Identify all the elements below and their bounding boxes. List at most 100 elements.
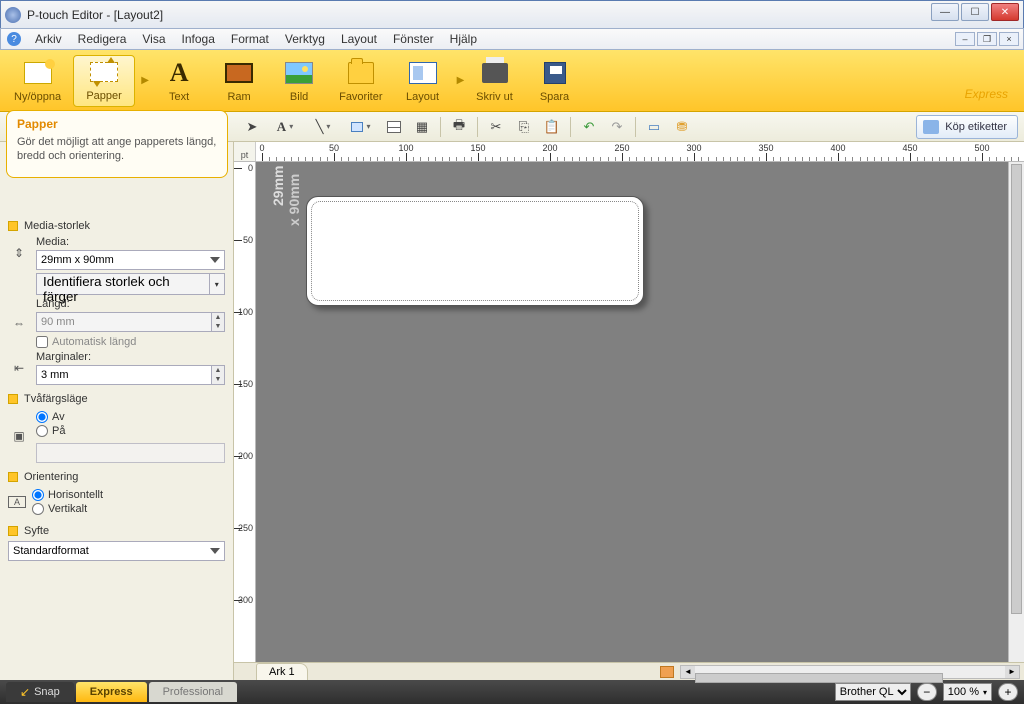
auto-length-label: Automatisk längd xyxy=(52,336,136,348)
margins-label: Marginaler: xyxy=(36,351,225,363)
table-tool[interactable] xyxy=(382,116,406,138)
new-open-button[interactable]: Ny/öppna xyxy=(6,57,69,107)
paper-button[interactable]: Papper xyxy=(73,55,135,107)
margins-input[interactable] xyxy=(36,365,212,385)
vertical-scrollbar[interactable] xyxy=(1008,162,1024,662)
zoom-label: 100 % xyxy=(948,686,979,698)
media-width-icon: ⇕ xyxy=(8,245,30,261)
paper-label: Papper xyxy=(86,90,121,102)
menu-layout[interactable]: Layout xyxy=(333,30,385,48)
section-purpose: Syfte xyxy=(8,525,225,537)
secondary-toolbar: Papper Gör det möjligt att ange papperet… xyxy=(0,112,1024,142)
canvas-area: pt 050100150200250300350400450500 050100… xyxy=(234,142,1024,680)
sheet-tab-label: Ark 1 xyxy=(269,666,295,678)
ribbon-arrow-icon: ▶ xyxy=(139,54,151,107)
label-dimension-2: x 90mm xyxy=(286,162,302,226)
maximize-button[interactable]: ☐ xyxy=(961,3,989,21)
print-tool[interactable]: 🖶 xyxy=(447,116,471,138)
pointer-tool[interactable]: ➤ xyxy=(240,116,264,138)
buy-labels-button[interactable]: Köp etiketter xyxy=(916,115,1018,139)
properties-tool[interactable]: ▭ xyxy=(642,116,666,138)
scroll-right-icon[interactable]: ► xyxy=(1005,666,1019,678)
orient-vertical-radio[interactable]: Vertikalt xyxy=(32,503,225,515)
horizontal-scrollbar[interactable]: ◄ ► xyxy=(680,665,1020,679)
frame-label: Ram xyxy=(227,91,250,103)
media-select[interactable]: 29mm x 90mm xyxy=(36,250,225,270)
line-tool[interactable]: ╲ xyxy=(306,116,340,138)
layout-button[interactable]: Layout xyxy=(395,57,451,107)
twocolor-icon: ▣ xyxy=(8,428,30,444)
menu-infoga[interactable]: Infoga xyxy=(174,30,223,48)
minimize-button[interactable]: — xyxy=(931,3,959,21)
professional-label: Professional xyxy=(163,686,224,698)
sheet-tab[interactable]: Ark 1 xyxy=(256,663,308,680)
canvas[interactable]: 29mm x 90mm xyxy=(256,162,1024,662)
identify-button[interactable]: Identifiera storlek och färger xyxy=(36,273,210,295)
section-media-size: Media-storlek xyxy=(8,220,225,232)
menu-fonster[interactable]: Fönster xyxy=(385,30,442,48)
label-canvas[interactable] xyxy=(306,196,644,306)
print-button[interactable]: Skriv ut xyxy=(467,57,523,107)
new-open-icon xyxy=(24,62,52,84)
cut-tool[interactable]: ✂ xyxy=(484,116,508,138)
orientation-icon: A xyxy=(8,496,26,508)
twocolor-off-radio[interactable]: Av xyxy=(36,411,225,423)
copy-tool[interactable]: ⎘ xyxy=(512,116,536,138)
text-button[interactable]: A Text xyxy=(151,57,207,107)
menu-format[interactable]: Format xyxy=(223,30,277,48)
app-icon xyxy=(5,7,21,23)
shape-tool[interactable] xyxy=(344,116,378,138)
undo-button[interactable]: ↶ xyxy=(577,116,601,138)
save-button[interactable]: Spara xyxy=(527,57,583,107)
favorites-label: Favoriter xyxy=(339,91,382,103)
section-icon xyxy=(8,221,18,231)
printer-select[interactable]: Brother QL xyxy=(835,683,911,701)
menu-verktyg[interactable]: Verktyg xyxy=(277,30,333,48)
save-icon xyxy=(544,62,566,84)
close-button[interactable]: ✕ xyxy=(991,3,1019,21)
menu-bar: ? Arkiv Redigera Visa Infoga Format Verk… xyxy=(0,28,1024,50)
sheet-options-icon[interactable] xyxy=(660,666,674,678)
length-stepper[interactable]: ▲▼ xyxy=(212,312,225,332)
ribbon-toolbar: Ny/öppna Papper ▶ A Text Ram Bild Favori… xyxy=(0,50,1024,112)
scroll-left-icon[interactable]: ◄ xyxy=(681,666,695,678)
menu-arkiv[interactable]: Arkiv xyxy=(27,30,70,48)
redo-button[interactable]: ↷ xyxy=(605,116,629,138)
mode-professional-tab[interactable]: Professional xyxy=(149,682,238,702)
section-icon xyxy=(8,472,18,482)
mode-express-tab[interactable]: Express xyxy=(76,682,147,702)
buy-labels-label: Köp etiketter xyxy=(945,121,1007,133)
section-label: Orientering xyxy=(24,471,78,483)
twocolor-on-radio[interactable]: På xyxy=(36,425,225,437)
margins-stepper[interactable]: ▲▼ xyxy=(212,365,225,385)
text-icon: A xyxy=(170,58,189,88)
vertical-ruler: 050100150200250300 xyxy=(234,162,256,662)
mdi-close-button[interactable]: × xyxy=(999,32,1019,46)
frame-button[interactable]: Ram xyxy=(211,57,267,107)
auto-length-checkbox[interactable]: Automatisk längd xyxy=(36,336,225,348)
paste-tool[interactable]: 📋 xyxy=(540,116,564,138)
save-label: Spara xyxy=(540,91,569,103)
favorites-button[interactable]: Favoriter xyxy=(331,57,390,107)
image-button[interactable]: Bild xyxy=(271,57,327,107)
menu-hjalp[interactable]: Hjälp xyxy=(442,30,485,48)
database-tool[interactable]: ⛃ xyxy=(670,116,694,138)
zoom-in-button[interactable]: + xyxy=(998,683,1018,701)
length-input[interactable] xyxy=(36,312,212,332)
length-icon: ⇔ xyxy=(8,315,30,331)
title-bar: P-touch Editor - [Layout2] — ☐ ✕ xyxy=(0,0,1024,28)
mode-snap-tab[interactable]: Snap xyxy=(6,682,74,702)
text-tool[interactable]: A xyxy=(268,116,302,138)
screenshot-tool[interactable]: ▦ xyxy=(410,116,434,138)
section-label: Syfte xyxy=(24,525,49,537)
menu-redigera[interactable]: Redigera xyxy=(70,30,135,48)
identify-dropdown[interactable]: ▾ xyxy=(210,273,225,295)
zoom-out-button[interactable]: − xyxy=(917,683,937,701)
menu-visa[interactable]: Visa xyxy=(134,30,173,48)
zoom-value[interactable]: 100 % xyxy=(943,683,992,701)
help-icon[interactable]: ? xyxy=(7,32,21,46)
purpose-select[interactable]: Standardformat xyxy=(8,541,225,561)
mdi-minimize-button[interactable]: – xyxy=(955,32,975,46)
orient-horizontal-radio[interactable]: Horisontellt xyxy=(32,489,225,501)
mdi-restore-button[interactable]: ❐ xyxy=(977,32,997,46)
